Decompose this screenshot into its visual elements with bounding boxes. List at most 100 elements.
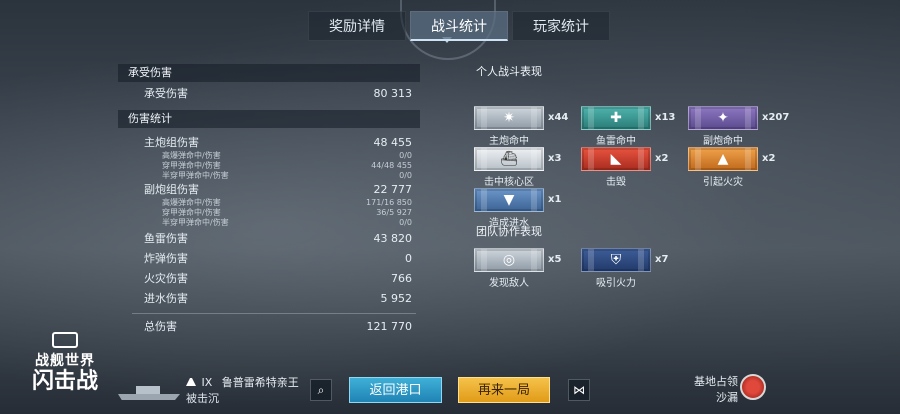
- medal-main-battery-hits[interactable]: ✷ 主炮命中 x44: [474, 106, 574, 147]
- sub-row: 高爆弹命中/伤害 0/0: [118, 151, 420, 161]
- medal-tanking[interactable]: ⛨ 吸引火力 x7: [581, 248, 681, 289]
- medal-torpedo-hits[interactable]: ✚ 鱼雷命中 x13: [581, 106, 681, 147]
- row-label: 承受伤害: [144, 87, 188, 100]
- medal-count: x13: [655, 112, 676, 123]
- search-icon: ⌕: [317, 383, 325, 397]
- sub-label: 穿甲弹命中/伤害: [162, 161, 221, 170]
- total-damage-row: 总伤害 121 770: [118, 318, 420, 335]
- ship-status: 被击沉: [186, 392, 219, 405]
- row-value: 22 777: [373, 183, 413, 196]
- medal-fires-caused[interactable]: ▲ 引起火灾 x2: [688, 147, 788, 188]
- ship-deck: [136, 386, 160, 394]
- team-medals: ◎ 发现敌人 x5 ⛨ 吸引火力 x7: [466, 240, 796, 290]
- tab-battle-stats[interactable]: 战斗统计: [410, 11, 508, 41]
- medal-count: x2: [655, 153, 669, 164]
- medal-count: x3: [548, 153, 562, 164]
- row-label: 炸弹伤害: [144, 252, 188, 265]
- sub-value: 0/0: [399, 218, 412, 227]
- medal-count: x7: [655, 254, 669, 265]
- damage-stats-header: 伤害统计: [118, 110, 420, 128]
- tab-player-stats[interactable]: 玩家统计: [512, 11, 610, 41]
- medal-label: 吸引火力: [596, 278, 636, 289]
- row-value: 48 455: [373, 136, 413, 149]
- sub-row: 半穿甲弹命中/伤害 0/0: [118, 171, 420, 181]
- medal-count: x2: [762, 153, 776, 164]
- share-button[interactable]: ⋈: [568, 379, 590, 401]
- shell-icon: ✷: [474, 106, 544, 130]
- damage-received-header: 承受伤害: [118, 64, 420, 82]
- medal-count: x207: [762, 112, 790, 123]
- flooding-damage-row: 进水伤害 5 952: [118, 290, 420, 307]
- medal-label: 发现敌人: [489, 278, 529, 289]
- damage-panel: 承受伤害 承受伤害 80 313 伤害统计 主炮组伤害 48 455 高爆弹命中…: [118, 64, 420, 335]
- torpedo-damage-row: 鱼雷伤害 43 820: [118, 230, 420, 247]
- flooding-icon: ▼: [474, 188, 544, 212]
- play-again-button[interactable]: 再来一局: [458, 377, 550, 403]
- ship-name-line: IX 鲁普雷希特亲王: [186, 374, 299, 390]
- ship-name: 鲁普雷希特亲王: [221, 376, 299, 389]
- medal-flooding-caused[interactable]: ▼ 造成进水 x1: [474, 188, 574, 229]
- personal-medals: ✷ 主炮命中 x44 ✚ 鱼雷命中 x13 ✦ 副炮命中 x207 ⛴ 击中核心…: [466, 80, 796, 229]
- medal-label: 造成进水: [489, 218, 529, 229]
- logo-emblem-icon: [52, 332, 78, 348]
- fire-icon: ▲: [688, 147, 758, 171]
- row-label: 总伤害: [144, 320, 177, 333]
- ship-tier: IX: [201, 376, 213, 389]
- game-mode-info: 基地占领 沙漏: [688, 373, 738, 405]
- medal-label: 主炮命中: [489, 136, 529, 147]
- torpedo-icon: ✚: [581, 106, 651, 130]
- map-name: 沙漏: [716, 391, 738, 404]
- return-to-port-button[interactable]: 返回港口: [349, 377, 442, 403]
- secondary-battery-row: 副炮组伤害 22 777: [118, 181, 420, 198]
- logo-line1: 战舰世界: [35, 353, 95, 369]
- row-value: 121 770: [366, 320, 413, 333]
- medal-label: 副炮命中: [703, 136, 743, 147]
- ship-icon: [118, 384, 180, 402]
- tab-bar: 奖励详情 战斗统计 玩家统计: [308, 11, 614, 41]
- row-label: 鱼雷伤害: [144, 232, 188, 245]
- sub-label: 高爆弹命中/伤害: [162, 198, 221, 207]
- sub-label: 高爆弹命中/伤害: [162, 151, 221, 160]
- damage-received-row: 承受伤害 80 313: [118, 85, 420, 102]
- medal-secondary-hits[interactable]: ✦ 副炮命中 x207: [688, 106, 790, 147]
- row-value: 80 313: [373, 87, 413, 100]
- row-value: 0: [405, 252, 412, 265]
- row-label: 副炮组伤害: [144, 183, 199, 196]
- sub-row: 半穿甲弹命中/伤害 0/0: [118, 218, 420, 228]
- capture-mode-icon: [740, 374, 766, 400]
- secondary-gun-icon: ✦: [688, 106, 758, 130]
- citadel-icon: ⛴: [474, 147, 544, 171]
- personal-performance-header: 个人战斗表现: [476, 65, 542, 78]
- fire-damage-row: 火灾伤害 766: [118, 270, 420, 287]
- search-button[interactable]: ⌕: [310, 379, 332, 401]
- row-label: 火灾伤害: [144, 272, 188, 285]
- medal-count: x44: [548, 112, 569, 123]
- tab-reward-details[interactable]: 奖励详情: [308, 11, 406, 41]
- sub-label: 穿甲弹命中/伤害: [162, 208, 221, 217]
- game-logo: 战舰世界 闪击战: [22, 332, 108, 394]
- sub-value: 36/5 927: [376, 208, 412, 217]
- row-label: 主炮组伤害: [144, 136, 199, 149]
- medal-citadel-hits[interactable]: ⛴ 击中核心区 x3: [474, 147, 574, 188]
- logo-line2: 闪击战: [31, 369, 98, 394]
- row-value: 766: [391, 272, 412, 285]
- ship-hull: [118, 394, 180, 400]
- medal-count: x5: [548, 254, 562, 265]
- row-label: 进水伤害: [144, 292, 188, 305]
- spotting-icon: ◎: [474, 248, 544, 272]
- row-value: 5 952: [380, 292, 413, 305]
- medal-spotting[interactable]: ◎ 发现敌人 x5: [474, 248, 574, 289]
- performance-panel: 个人战斗表现 ✷ 主炮命中 x44 ✚ 鱼雷命中 x13 ✦ 副炮命中 x207…: [466, 64, 796, 290]
- sub-label: 半穿甲弹命中/伤害: [162, 171, 229, 180]
- medal-destroyed[interactable]: ◣ 击毁 x2: [581, 147, 681, 188]
- row-value: 43 820: [373, 232, 413, 245]
- sub-value: 171/16 850: [366, 198, 412, 207]
- battleship-class-icon: [186, 378, 196, 386]
- sub-row: 高爆弹命中/伤害 171/16 850: [118, 198, 420, 208]
- medal-count: x1: [548, 194, 562, 205]
- medal-label: 鱼雷命中: [596, 136, 636, 147]
- tank-fire-icon: ⛨: [581, 248, 651, 272]
- total-divider: [132, 313, 416, 314]
- sub-row: 穿甲弹命中/伤害 36/5 927: [118, 208, 420, 218]
- medal-label: 击中核心区: [484, 177, 534, 188]
